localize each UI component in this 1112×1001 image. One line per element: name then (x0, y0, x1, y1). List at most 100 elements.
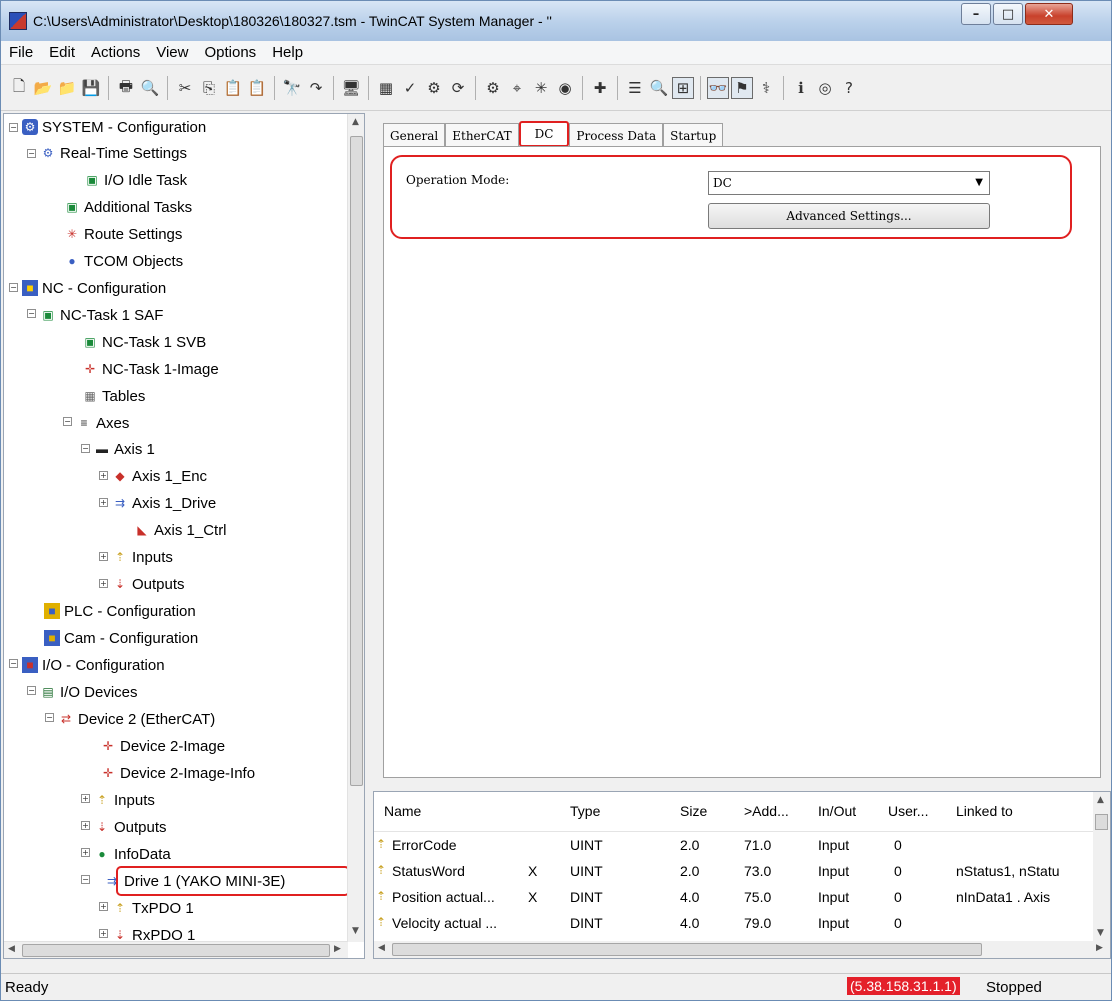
maximize-button[interactable]: □ (993, 3, 1023, 25)
target-netid-badge[interactable]: (5.38.158.31.1.1) (847, 977, 960, 995)
menu-view[interactable]: View (148, 44, 196, 61)
save-icon[interactable]: 💾 (80, 77, 102, 99)
scan-devices-icon[interactable]: ✳ (530, 77, 552, 99)
tree-horizontal-scrollbar[interactable]: ◀ ▶ (4, 941, 348, 958)
expand-toggle[interactable]: + (99, 902, 108, 911)
tree-node-device-2-image[interactable]: ✛ Device 2-Image (100, 733, 225, 759)
minimize-button[interactable]: – (961, 3, 991, 25)
scroll-right-icon[interactable]: ▶ (1096, 943, 1103, 953)
copy-icon[interactable]: ⎘ (198, 77, 220, 99)
tree-node-axis-inputs[interactable]: ⇡ Inputs (112, 544, 173, 570)
tree-vertical-scroll-thumb[interactable] (350, 136, 363, 786)
scroll-left-icon[interactable]: ◀ (378, 943, 385, 953)
choose-target-icon[interactable]: ⌖ (506, 77, 528, 99)
tree-node-realtime-settings[interactable]: ⚙ Real-Time Settings (40, 140, 187, 166)
find-next-icon[interactable]: ↷ (305, 77, 327, 99)
tab-startup[interactable]: Startup (663, 123, 724, 147)
menu-options[interactable]: Options (196, 44, 264, 61)
tree-node-axis-outputs[interactable]: ⇣ Outputs (112, 571, 185, 597)
operation-mode-select[interactable]: DC ▼ (708, 171, 990, 195)
print-preview-icon[interactable]: 🔍 (139, 77, 161, 99)
column-header-user[interactable]: User... (888, 803, 928, 819)
tree-node-device-2-image-info[interactable]: ✛ Device 2-Image-Info (100, 760, 255, 786)
open-folder-icon[interactable]: 📂 (32, 77, 54, 99)
variables-list[interactable]: Name Type Size >Add... In/Out User... Li… (373, 791, 1111, 959)
about-icon[interactable]: ◎ (814, 77, 836, 99)
tree-node-route-settings[interactable]: ✳ Route Settings (64, 221, 182, 247)
activate-configuration-icon[interactable]: ⚙ (423, 77, 445, 99)
scroll-left-icon[interactable]: ◀ (8, 944, 15, 954)
expand-toggle[interactable]: + (99, 929, 108, 938)
expand-toggle[interactable]: − (9, 659, 18, 668)
tree-node-axis-1-drive[interactable]: ⇉ Axis 1_Drive (112, 490, 216, 516)
tree-node-tables[interactable]: ▦ Tables (82, 383, 145, 409)
expand-toggle[interactable]: − (27, 149, 36, 158)
column-header-address[interactable]: >Add... (744, 803, 789, 819)
cut-icon[interactable]: ✂ (174, 77, 196, 99)
configuration-tree[interactable]: − − − − − − + + + + − − − + + + − + + ⚙ S… (3, 113, 365, 959)
tree-node-tcom-objects[interactable]: ● TCOM Objects (64, 248, 183, 274)
show-variables-icon[interactable]: ☰ (624, 77, 646, 99)
tree-node-nc-configuration[interactable]: ■ NC - Configuration (22, 275, 166, 301)
tree-node-io-devices[interactable]: ▤ I/O Devices (40, 679, 137, 705)
expand-toggle[interactable]: − (9, 123, 18, 132)
open-recent-icon[interactable]: 📁 (56, 77, 78, 99)
table-row[interactable]: ⇡ Position actual... X DINT 4.0 75.0 Input 0 nIn… (374, 886, 1094, 910)
tree-node-axis-1-ctrl[interactable]: ◣ Axis 1_Ctrl (134, 517, 226, 543)
tab-dc[interactable]: DC (518, 121, 570, 147)
expand-toggle[interactable]: − (63, 417, 72, 426)
menu-help[interactable]: Help (264, 44, 311, 61)
zoom-icon[interactable]: 🔍 (648, 77, 670, 99)
tree-node-nc-task-1-saf[interactable]: ▣ NC-Task 1 SAF (40, 302, 163, 328)
scroll-down-icon[interactable]: ▼ (352, 926, 359, 936)
tab-general[interactable]: General (383, 123, 446, 147)
table-row[interactable]: ⇡ ErrorCode UINT 2.0 71.0 Input 0 (374, 834, 1094, 858)
tree-node-axes[interactable]: ≡ Axes (76, 410, 129, 436)
title-bar[interactable]: C:\Users\Administrator\Desktop\180326\18… (1, 1, 1111, 41)
append-item-icon[interactable]: ✚ (589, 77, 611, 99)
tree-node-nc-task-1-svb[interactable]: ▣ NC-Task 1 SVB (82, 329, 206, 355)
chevron-down-icon[interactable]: ▼ (975, 177, 983, 188)
paste-with-links-icon[interactable]: 📋 (246, 77, 268, 99)
column-header-inout[interactable]: In/Out (818, 803, 856, 819)
column-header-linked-to[interactable]: Linked to (956, 803, 1013, 819)
list-vertical-scroll-thumb[interactable] (1095, 814, 1108, 830)
expand-toggle[interactable]: − (81, 875, 90, 884)
tree-node-io-idle-task[interactable]: ▣ I/O Idle Task (84, 167, 187, 193)
config-mode-icon[interactable]: ⚙ (482, 77, 504, 99)
find-icon[interactable]: 🔭 (281, 77, 303, 99)
expand-toggle[interactable]: + (99, 471, 108, 480)
tree-node-device-outputs[interactable]: ⇣ Outputs (94, 814, 167, 840)
restart-run-mode-icon[interactable]: ⟳ (447, 77, 469, 99)
list-vertical-scrollbar[interactable]: ▲ ▼ (1093, 792, 1110, 942)
expand-toggle[interactable]: − (27, 309, 36, 318)
watch-icon[interactable]: 👓 (707, 77, 729, 99)
expand-toggle[interactable]: − (27, 686, 36, 695)
list-horizontal-scrollbar[interactable]: ◀ ▶ (374, 941, 1110, 958)
expand-toggle[interactable]: − (9, 283, 18, 292)
expand-toggle[interactable]: + (81, 821, 90, 830)
tree-node-additional-tasks[interactable]: ▣ Additional Tasks (64, 194, 192, 220)
io-diagnostics-icon[interactable]: ⚕ (755, 77, 777, 99)
expand-toggle[interactable]: + (99, 498, 108, 507)
expand-toggle[interactable]: + (81, 848, 90, 857)
tree-node-infodata[interactable]: ● InfoData (94, 841, 170, 867)
close-button[interactable]: ✕ (1025, 3, 1073, 25)
table-row[interactable]: ⇡ Velocity actual ... DINT 4.0 79.0 Input 0 (374, 912, 1094, 936)
tree-node-system-configuration[interactable]: ⚙ SYSTEM - Configuration (22, 114, 206, 140)
info-icon[interactable]: ℹ (790, 77, 812, 99)
expand-toggle[interactable]: − (81, 444, 90, 453)
menu-actions[interactable]: Actions (83, 44, 148, 61)
scroll-down-icon[interactable]: ▼ (1097, 928, 1104, 938)
generate-mappings-icon[interactable]: ▦ (375, 77, 397, 99)
menu-edit[interactable]: Edit (41, 44, 83, 61)
scroll-right-icon[interactable]: ▶ (334, 944, 341, 954)
tree-vertical-scrollbar[interactable]: ▲ ▼ (347, 114, 364, 942)
expand-toggle[interactable]: + (81, 794, 90, 803)
expand-toggle[interactable]: + (99, 579, 108, 588)
tab-process-data[interactable]: Process Data (569, 123, 664, 147)
tree-node-plc-configuration[interactable]: ■ PLC - Configuration (44, 598, 196, 624)
expand-toggle[interactable]: + (99, 552, 108, 561)
column-header-size[interactable]: Size (680, 803, 707, 819)
tab-ethercat[interactable]: EtherCAT (445, 123, 519, 147)
